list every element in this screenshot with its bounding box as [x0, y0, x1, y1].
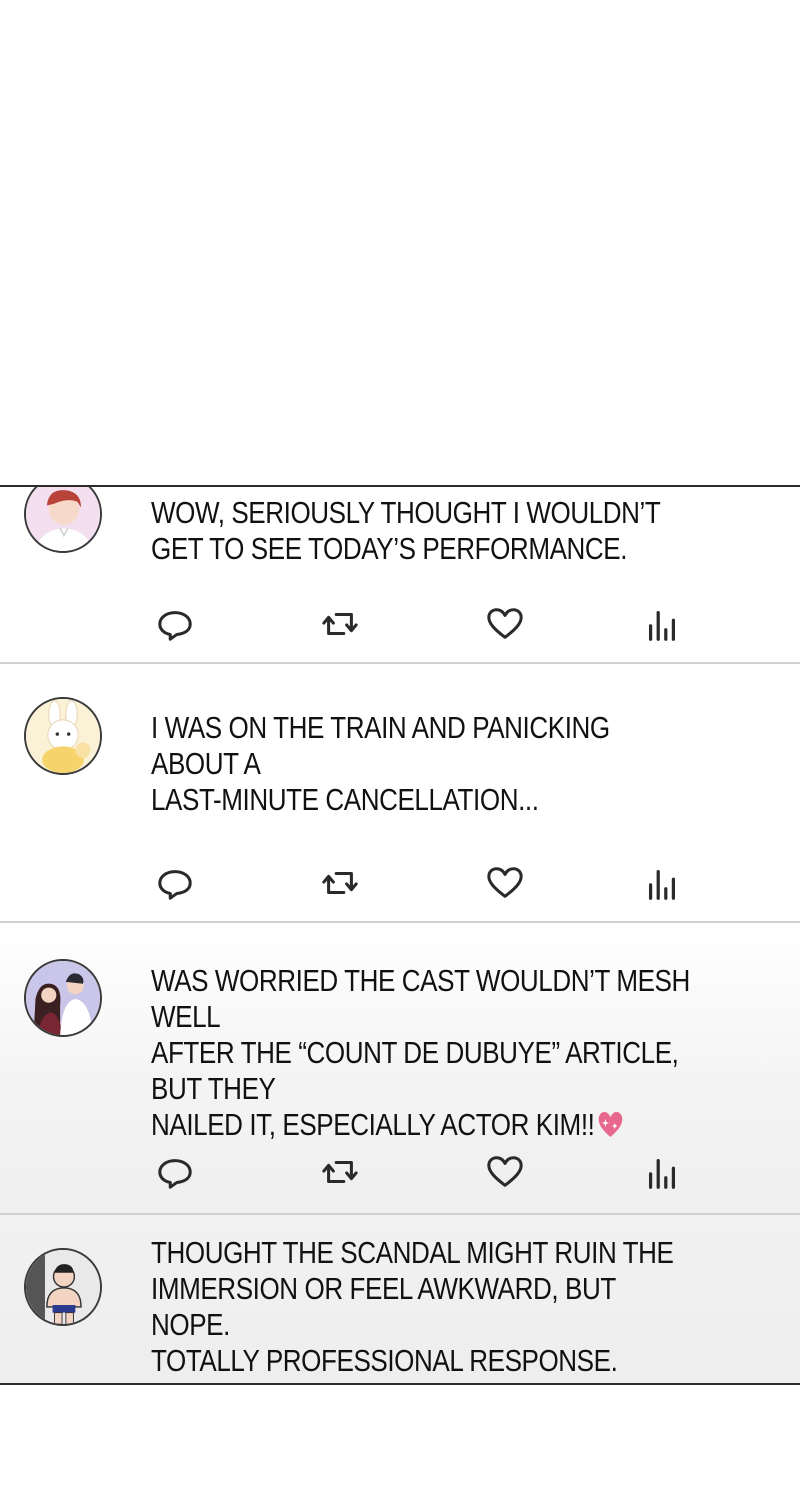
avatar[interactable]: [24, 487, 102, 553]
post-item: WAS WORRIED THE CAST WOULDN’T MESH WELL …: [0, 923, 800, 1215]
post-text: WAS WORRIED THE CAST WOULDN’T MESH WELL …: [151, 963, 693, 1143]
post-item: I WAS ON THE TRAIN AND PANICKING ABOUT A…: [0, 664, 800, 923]
reply-icon[interactable]: [155, 604, 195, 644]
post-actions: [0, 863, 800, 903]
retweet-icon[interactable]: [320, 1152, 360, 1192]
views-icon[interactable]: [642, 863, 682, 903]
like-icon[interactable]: [485, 1152, 525, 1192]
views-icon[interactable]: [642, 1152, 682, 1192]
post-item: WOW, SERIOUSLY THOUGHT I WOULDN’T GET TO…: [0, 487, 800, 664]
post-text: THOUGHT THE SCANDAL MIGHT RUIN THE IMMER…: [151, 1235, 674, 1378]
avatar[interactable]: [24, 697, 102, 775]
avatar[interactable]: [24, 959, 102, 1037]
like-icon[interactable]: [485, 604, 525, 644]
social-feed: WOW, SERIOUSLY THOUGHT I WOULDN’T GET TO…: [0, 485, 800, 1385]
views-icon[interactable]: [642, 604, 682, 644]
post-text: WOW, SERIOUSLY THOUGHT I WOULDN’T GET TO…: [151, 495, 661, 566]
reply-icon[interactable]: [155, 1152, 195, 1192]
avatar[interactable]: [24, 1248, 102, 1326]
post-text: I WAS ON THE TRAIN AND PANICKING ABOUT A…: [151, 710, 610, 817]
sparkling-heart-icon: [598, 1112, 623, 1137]
reply-icon[interactable]: [155, 863, 195, 903]
blank-panel-space: [0, 0, 800, 485]
retweet-icon[interactable]: [320, 863, 360, 903]
post-actions: [0, 1152, 800, 1192]
post-actions: [0, 604, 800, 644]
post-item: THOUGHT THE SCANDAL MIGHT RUIN THE IMMER…: [0, 1215, 800, 1383]
like-icon[interactable]: [485, 863, 525, 903]
retweet-icon[interactable]: [320, 604, 360, 644]
